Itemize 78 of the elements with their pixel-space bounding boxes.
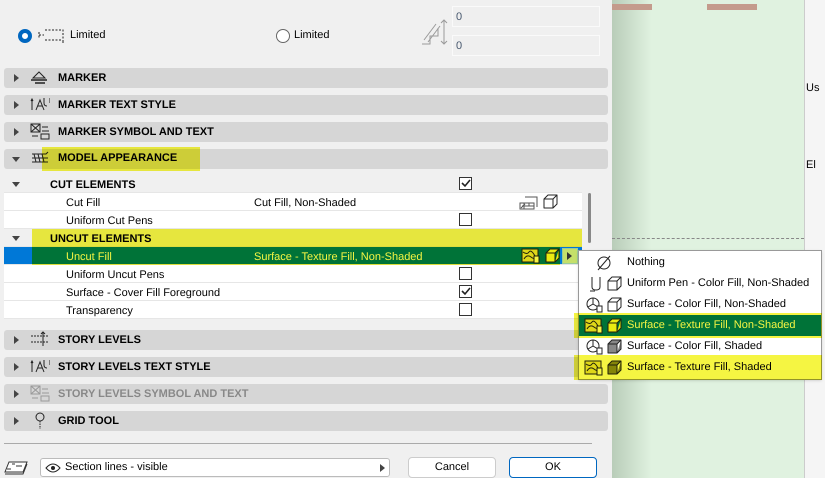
view-dropdown[interactable]: Section lines - visible <box>40 458 390 477</box>
checkbox[interactable] <box>459 302 472 316</box>
option-label: Limited <box>70 28 106 44</box>
expand-icon <box>12 363 20 371</box>
section-title: GRID TOOL <box>58 414 119 429</box>
limited-depth-icon <box>36 28 66 44</box>
pen-icon <box>589 276 603 292</box>
section-title: MARKER <box>58 71 106 86</box>
checkbox[interactable] <box>459 266 472 280</box>
scrollbar-thumb[interactable] <box>588 192 591 243</box>
row-label: CUT ELEMENTS <box>50 178 136 193</box>
menu-item-label: Uniform Pen - Color Fill, Non-Shaded <box>627 276 810 292</box>
expand-icon <box>12 390 20 398</box>
table-row[interactable]: Cut Fill Cut Fill, Non-Shaded <box>4 192 582 211</box>
radio-button[interactable] <box>276 28 290 43</box>
panel-label: El <box>805 158 817 172</box>
section-title: STORY LEVELS <box>58 332 141 348</box>
offset-field[interactable]: 0 <box>452 35 600 56</box>
section-header[interactable]: MARKER <box>4 68 608 88</box>
menu-item-label: Surface - Color Fill, Shaded <box>627 339 762 354</box>
section-header[interactable]: MARKER TEXT STYLE <box>4 95 608 115</box>
eye-icon <box>45 462 61 472</box>
section-title: STORY LEVELS SYMBOL AND TEXT <box>58 386 248 402</box>
cancel-button[interactable]: Cancel <box>408 457 496 478</box>
symbol-text-icon <box>30 122 50 141</box>
section-header[interactable]: MODEL APPEARANCE <box>4 148 608 169</box>
section-title: MARKER TEXT STYLE <box>58 98 176 113</box>
menu-item-label: Nothing <box>627 255 665 270</box>
collapse-icon <box>12 154 20 163</box>
section-title: MODEL APPEARANCE <box>58 151 178 166</box>
menu-item-label: Surface - Color Fill, Non-Shaded <box>627 297 786 312</box>
row-label: Uniform Uncut Pens <box>66 268 164 283</box>
row-label: Uncut Fill <box>66 250 112 265</box>
table-row[interactable]: UNCUT ELEMENTS <box>4 228 582 247</box>
row-label: Surface - Cover Fill Foreground <box>66 286 220 301</box>
checkbox[interactable] <box>459 212 472 226</box>
menu-item[interactable]: Nothing <box>579 252 821 273</box>
row-label: Cut Fill <box>66 196 100 211</box>
menu-item-label: Surface - Texture Fill, Non-Shaded <box>627 318 796 334</box>
menu-item[interactable]: Surface - Color Fill, Non-Shaded <box>579 294 821 315</box>
section-header[interactable]: MARKER SYMBOL AND TEXT <box>4 122 608 142</box>
caret-icon <box>380 464 385 472</box>
section-line-mark <box>612 4 652 10</box>
table-row[interactable]: Uniform Cut Pens <box>4 210 582 229</box>
offset-field[interactable]: 0 <box>452 6 600 27</box>
empty-set-icon <box>595 254 613 272</box>
section-title: MARKER SYMBOL AND TEXT <box>58 124 214 140</box>
checkbox[interactable] <box>459 284 472 298</box>
story-levels-icon <box>30 331 50 349</box>
row-value: Cut Fill, Non-Shaded <box>254 196 356 211</box>
layers-icon <box>4 460 30 476</box>
fill-menu-button[interactable] <box>562 248 578 264</box>
expand-icon <box>12 74 20 82</box>
menu-item[interactable]: Uniform Pen - Color Fill, Non-Shaded <box>579 273 821 294</box>
expand-icon <box>12 128 20 136</box>
row-label: Uniform Cut Pens <box>66 214 153 229</box>
row-value: Surface - Texture Fill, Non-Shaded <box>254 250 423 265</box>
radio-button[interactable] <box>18 28 32 43</box>
table-row[interactable]: CUT ELEMENTS <box>4 174 582 193</box>
expand-icon <box>12 417 20 425</box>
option-label: Limited <box>294 28 330 44</box>
row-label: UNCUT ELEMENTS <box>50 232 152 247</box>
symbol-text-icon <box>30 385 50 403</box>
section-title: STORY LEVELS TEXT STYLE <box>58 360 211 375</box>
row-label: Transparency <box>66 304 133 319</box>
expand-icon <box>12 101 20 110</box>
ok-button[interactable]: OK <box>509 457 597 478</box>
section-header[interactable]: GRID TOOL <box>4 411 608 431</box>
expand-icon <box>12 336 20 344</box>
panel-label: Us <box>805 81 820 96</box>
caret-icon <box>567 252 573 260</box>
color-fill-icon <box>585 338 603 355</box>
section-line-mark <box>707 4 757 10</box>
table-row[interactable]: Uncut Fill Surface - Texture Fill, Non-Shaded <box>4 246 582 265</box>
cube-icon <box>542 192 559 210</box>
checkbox[interactable] <box>459 176 472 190</box>
color-fill-icon <box>585 296 603 313</box>
menu-item-label: Surface - Texture Fill, Shaded <box>627 360 772 376</box>
